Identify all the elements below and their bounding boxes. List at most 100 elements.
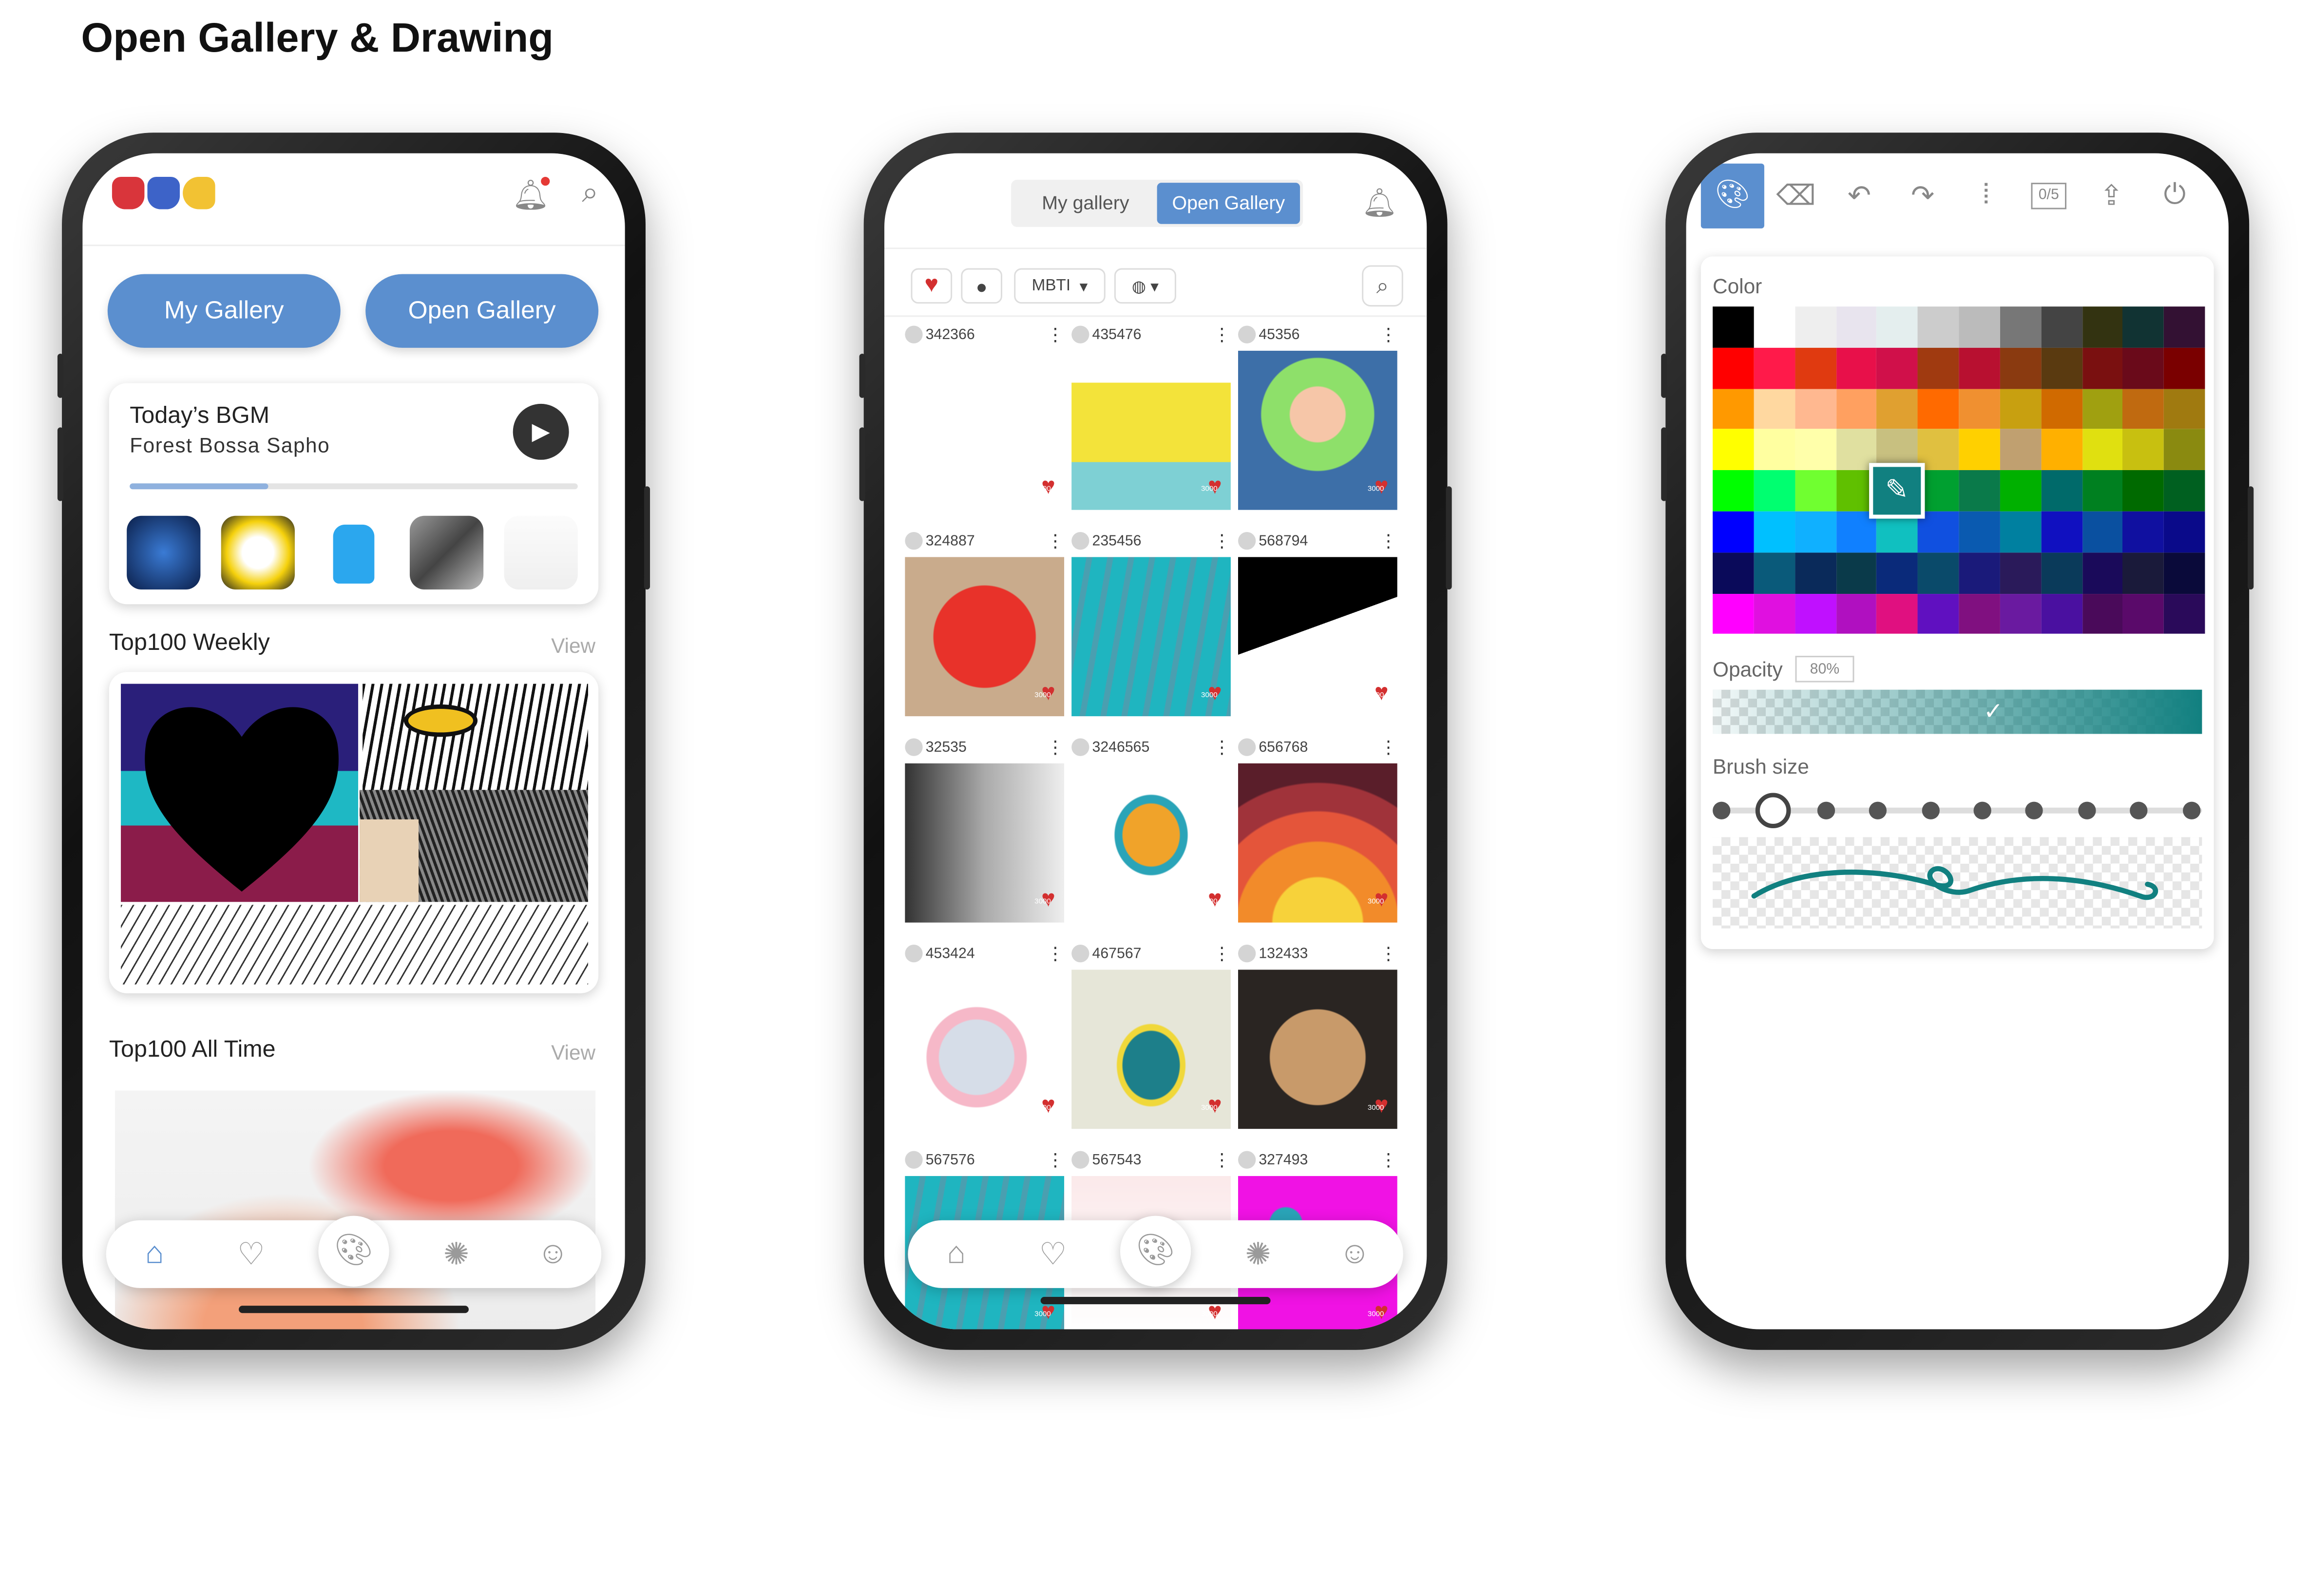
gallery-card[interactable]: 235456 ⋮ ♥ 3000 [1071, 525, 1231, 717]
brush-size-option[interactable] [1817, 801, 1835, 819]
more-menu-icon[interactable]: ⋮ [1047, 531, 1064, 551]
opacity-slider[interactable] [1713, 689, 2202, 734]
artwork-thumbnail[interactable]: ♥ 3000 [905, 557, 1065, 717]
gallery-card[interactable]: 435476 ⋮ ♥ 3000 [1071, 318, 1231, 510]
color-swatch[interactable] [1959, 552, 2000, 593]
color-swatch[interactable] [2122, 429, 2164, 471]
artwork-thumbnail[interactable]: ♥ 3000 [905, 763, 1065, 923]
color-swatch[interactable] [2164, 388, 2205, 430]
color-swatch[interactable] [1835, 306, 1877, 348]
gallery-card[interactable]: 342366 ⋮ ♥ 3000 [905, 318, 1065, 510]
upload-icon[interactable]: ⇪ [2080, 179, 2143, 213]
color-swatch[interactable] [1795, 552, 1836, 593]
color-swatch[interactable] [1713, 470, 1754, 512]
artwork-thumbnail[interactable]: ♥ 3000 [1238, 557, 1397, 717]
tab-my-gallery[interactable]: My gallery [1014, 183, 1157, 224]
color-swatch[interactable] [2122, 347, 2164, 389]
open-gallery-button[interactable]: Open Gallery [365, 274, 599, 348]
color-swatch[interactable] [1713, 511, 1754, 552]
avatar[interactable] [905, 325, 923, 343]
selected-color-eyedropper-icon[interactable]: ✎ [1870, 463, 1925, 519]
color-swatch[interactable] [2122, 388, 2164, 430]
color-swatch[interactable] [1795, 593, 1836, 634]
color-swatch[interactable] [2041, 511, 2082, 552]
gallery-card[interactable]: 3246565 ⋮ ♥ 3000 [1071, 731, 1231, 923]
color-swatch[interactable] [2000, 552, 2041, 593]
color-swatch[interactable] [1917, 552, 1959, 593]
brush-size-option[interactable] [2182, 801, 2200, 819]
color-swatch[interactable] [2041, 429, 2082, 471]
avatar[interactable] [905, 945, 923, 963]
brush-size-option[interactable] [2130, 801, 2148, 819]
gallery-card[interactable]: 656768 ⋮ ♥ 3000 [1238, 731, 1397, 923]
color-swatch[interactable] [1876, 593, 1918, 634]
color-swatch[interactable] [1754, 388, 1795, 430]
color-swatch[interactable] [1917, 306, 1959, 348]
color-swatch[interactable] [2122, 552, 2164, 593]
bell-icon[interactable]: 🔔︎ [512, 177, 550, 214]
color-swatch[interactable] [2000, 347, 2041, 389]
color-swatch[interactable] [1917, 593, 1959, 634]
color-swatch[interactable] [1835, 388, 1877, 430]
heart-icon[interactable]: ♡ [1024, 1235, 1083, 1273]
brain-icon[interactable]: ✺ [427, 1235, 486, 1273]
brush-size-option[interactable] [1869, 801, 1887, 819]
gallery-card[interactable]: 324887 ⋮ ♥ 3000 [905, 525, 1065, 717]
color-swatch[interactable] [2122, 511, 2164, 552]
color-swatch[interactable] [2082, 306, 2123, 348]
color-swatch[interactable] [1917, 347, 1959, 389]
play-icon[interactable]: ▶ [513, 403, 569, 460]
more-menu-icon[interactable]: ⋮ [1213, 943, 1231, 964]
avatar[interactable] [1238, 738, 1256, 756]
palette-icon[interactable]: 🎨︎ [1120, 1216, 1191, 1287]
brush-size-option[interactable] [2025, 801, 2044, 819]
color-swatch[interactable] [1713, 388, 1754, 430]
color-swatch[interactable] [1917, 388, 1959, 430]
color-swatch[interactable] [1713, 429, 1754, 471]
weekly-view-link[interactable]: View [551, 634, 595, 657]
color-swatch[interactable] [2041, 470, 2082, 512]
color-swatch[interactable] [2041, 593, 2082, 634]
redo-icon[interactable]: ↷ [1891, 179, 1954, 213]
color-swatch[interactable] [1835, 347, 1877, 389]
profile-icon[interactable]: ☺ [1325, 1236, 1384, 1272]
color-swatch[interactable] [1754, 593, 1795, 634]
brush-size-option[interactable] [1713, 801, 1731, 819]
color-swatch[interactable] [2082, 429, 2123, 471]
avatar[interactable] [1071, 532, 1089, 550]
color-swatch[interactable] [1876, 306, 1918, 348]
search-icon[interactable]: ⌕ [1362, 265, 1403, 307]
color-swatch[interactable] [1835, 552, 1877, 593]
heart-icon[interactable]: ♡ [222, 1235, 281, 1273]
symmetry-icon[interactable]: ⦙ [1954, 180, 2018, 212]
artwork-thumbnail[interactable]: ♥ 3000 [1071, 969, 1231, 1129]
artwork-thumbnail[interactable]: ♥ 3000 [1071, 350, 1231, 510]
more-menu-icon[interactable]: ⋮ [1213, 1150, 1231, 1170]
color-swatch[interactable] [2122, 306, 2164, 348]
brain-icon[interactable]: ✺ [1229, 1235, 1288, 1273]
color-swatch[interactable] [1959, 511, 2000, 552]
eraser-icon[interactable]: ⌫ [1764, 179, 1828, 213]
brush-size-option[interactable] [2078, 801, 2096, 819]
gallery-card[interactable]: 45356 ⋮ ♥ 3000 [1238, 318, 1397, 510]
brush-size-option[interactable] [1973, 801, 1991, 819]
mbti-select[interactable]: MBTI ▾ [1014, 268, 1106, 304]
color-swatch[interactable] [1959, 388, 2000, 430]
opacity-value[interactable]: 80% [1795, 656, 1854, 683]
undo-icon[interactable]: ↶ [1828, 179, 1891, 213]
gallery-card[interactable]: 568794 ⋮ ♥ 3000 [1238, 525, 1397, 717]
bgm-progress[interactable] [130, 483, 578, 490]
more-menu-icon[interactable]: ⋮ [1213, 737, 1231, 758]
my-gallery-button[interactable]: My Gallery [107, 274, 341, 348]
color-swatch[interactable] [1959, 306, 2000, 348]
track-thumb[interactable] [127, 515, 201, 589]
more-menu-icon[interactable]: ⋮ [1379, 737, 1397, 758]
avatar[interactable] [905, 738, 923, 756]
gallery-card[interactable]: 453424 ⋮ ♥ 3000 [905, 937, 1065, 1129]
color-swatch[interactable] [1795, 347, 1836, 389]
color-swatch[interactable] [1959, 347, 2000, 389]
avatar[interactable] [1071, 738, 1089, 756]
color-swatch[interactable] [1876, 347, 1918, 389]
color-swatch[interactable] [1795, 388, 1836, 430]
color-swatch[interactable] [1754, 511, 1795, 552]
